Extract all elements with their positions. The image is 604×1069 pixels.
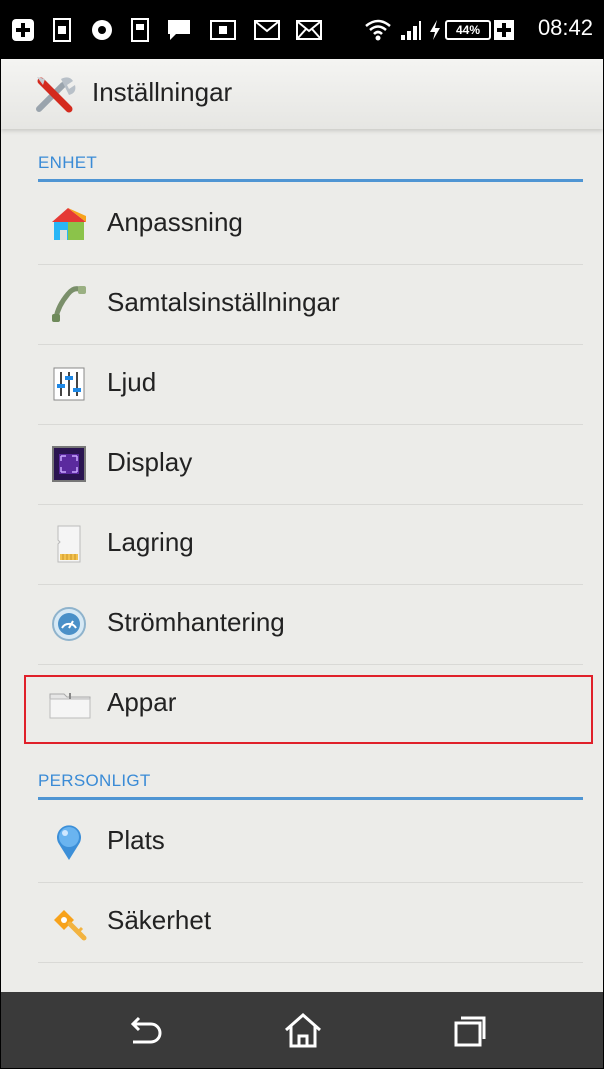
- back-icon[interactable]: [119, 1006, 169, 1056]
- mail-icon: [295, 15, 323, 45]
- sim-icon: [51, 15, 73, 45]
- sd-card-icon: [50, 524, 88, 564]
- settings-item-lagring[interactable]: Lagring: [38, 504, 583, 585]
- power-gauge-icon: [50, 604, 88, 644]
- settings-item-anpassning[interactable]: Anpassning: [38, 184, 583, 265]
- home-icon[interactable]: [278, 1006, 328, 1056]
- action-bar: Inställningar: [1, 59, 603, 129]
- page-title: Inställningar: [92, 77, 233, 107]
- item-label: Lagring: [107, 527, 194, 557]
- chat-icon: [165, 15, 193, 45]
- item-label: Display: [107, 447, 193, 477]
- card-icon: [209, 15, 237, 45]
- settings-item-sakerhet[interactable]: Säkerhet: [38, 882, 583, 963]
- recent-apps-icon[interactable]: [444, 1006, 494, 1056]
- wifi-icon: [363, 15, 393, 45]
- phone-handset-icon: [50, 284, 88, 324]
- section-label: PERSONLIGT: [38, 771, 151, 790]
- settings-item-plats[interactable]: Plats: [38, 802, 583, 883]
- signal-icon: [399, 15, 423, 45]
- location-pin-icon: [50, 822, 88, 862]
- personalize-icon: [50, 204, 88, 244]
- item-label: Säkerhet: [107, 905, 212, 935]
- settings-item-stromhantering[interactable]: Strömhantering: [38, 584, 583, 665]
- item-label: Anpassning: [107, 207, 243, 237]
- charging-icon: [427, 15, 443, 45]
- sd-icon: [129, 15, 151, 45]
- item-label: Samtalsinställningar: [107, 287, 340, 317]
- item-label: Strömhantering: [107, 607, 285, 637]
- key-icon: [50, 902, 88, 942]
- circle-icon: [89, 15, 115, 45]
- settings-item-ljud[interactable]: Ljud: [38, 344, 583, 425]
- settings-item-samtalsinstallningar[interactable]: Samtalsinställningar: [38, 264, 583, 345]
- battery-level: 44%: [445, 20, 491, 40]
- clock: 08:42: [537, 15, 593, 40]
- settings-tools-icon[interactable]: [33, 73, 79, 115]
- equalizer-icon: [50, 364, 88, 404]
- battery-plus-icon: [493, 15, 515, 45]
- navigation-bar: [1, 992, 603, 1068]
- section-header-enhet: ENHET: [38, 149, 583, 182]
- highlight-box: [24, 675, 593, 744]
- settings-item-display[interactable]: Display: [38, 424, 583, 505]
- item-label: Ljud: [107, 367, 157, 397]
- plus-badge-icon: [11, 15, 35, 45]
- item-label: Plats: [107, 825, 165, 855]
- display-icon: [50, 444, 88, 484]
- section-label: ENHET: [38, 153, 98, 172]
- status-bar: 44% 08:42: [1, 1, 603, 59]
- screen: 44% 08:42 Inställningar ENHET Anpassning…: [0, 0, 604, 1069]
- section-header-personligt: PERSONLIGT: [38, 767, 583, 800]
- gmail-icon: [253, 15, 281, 45]
